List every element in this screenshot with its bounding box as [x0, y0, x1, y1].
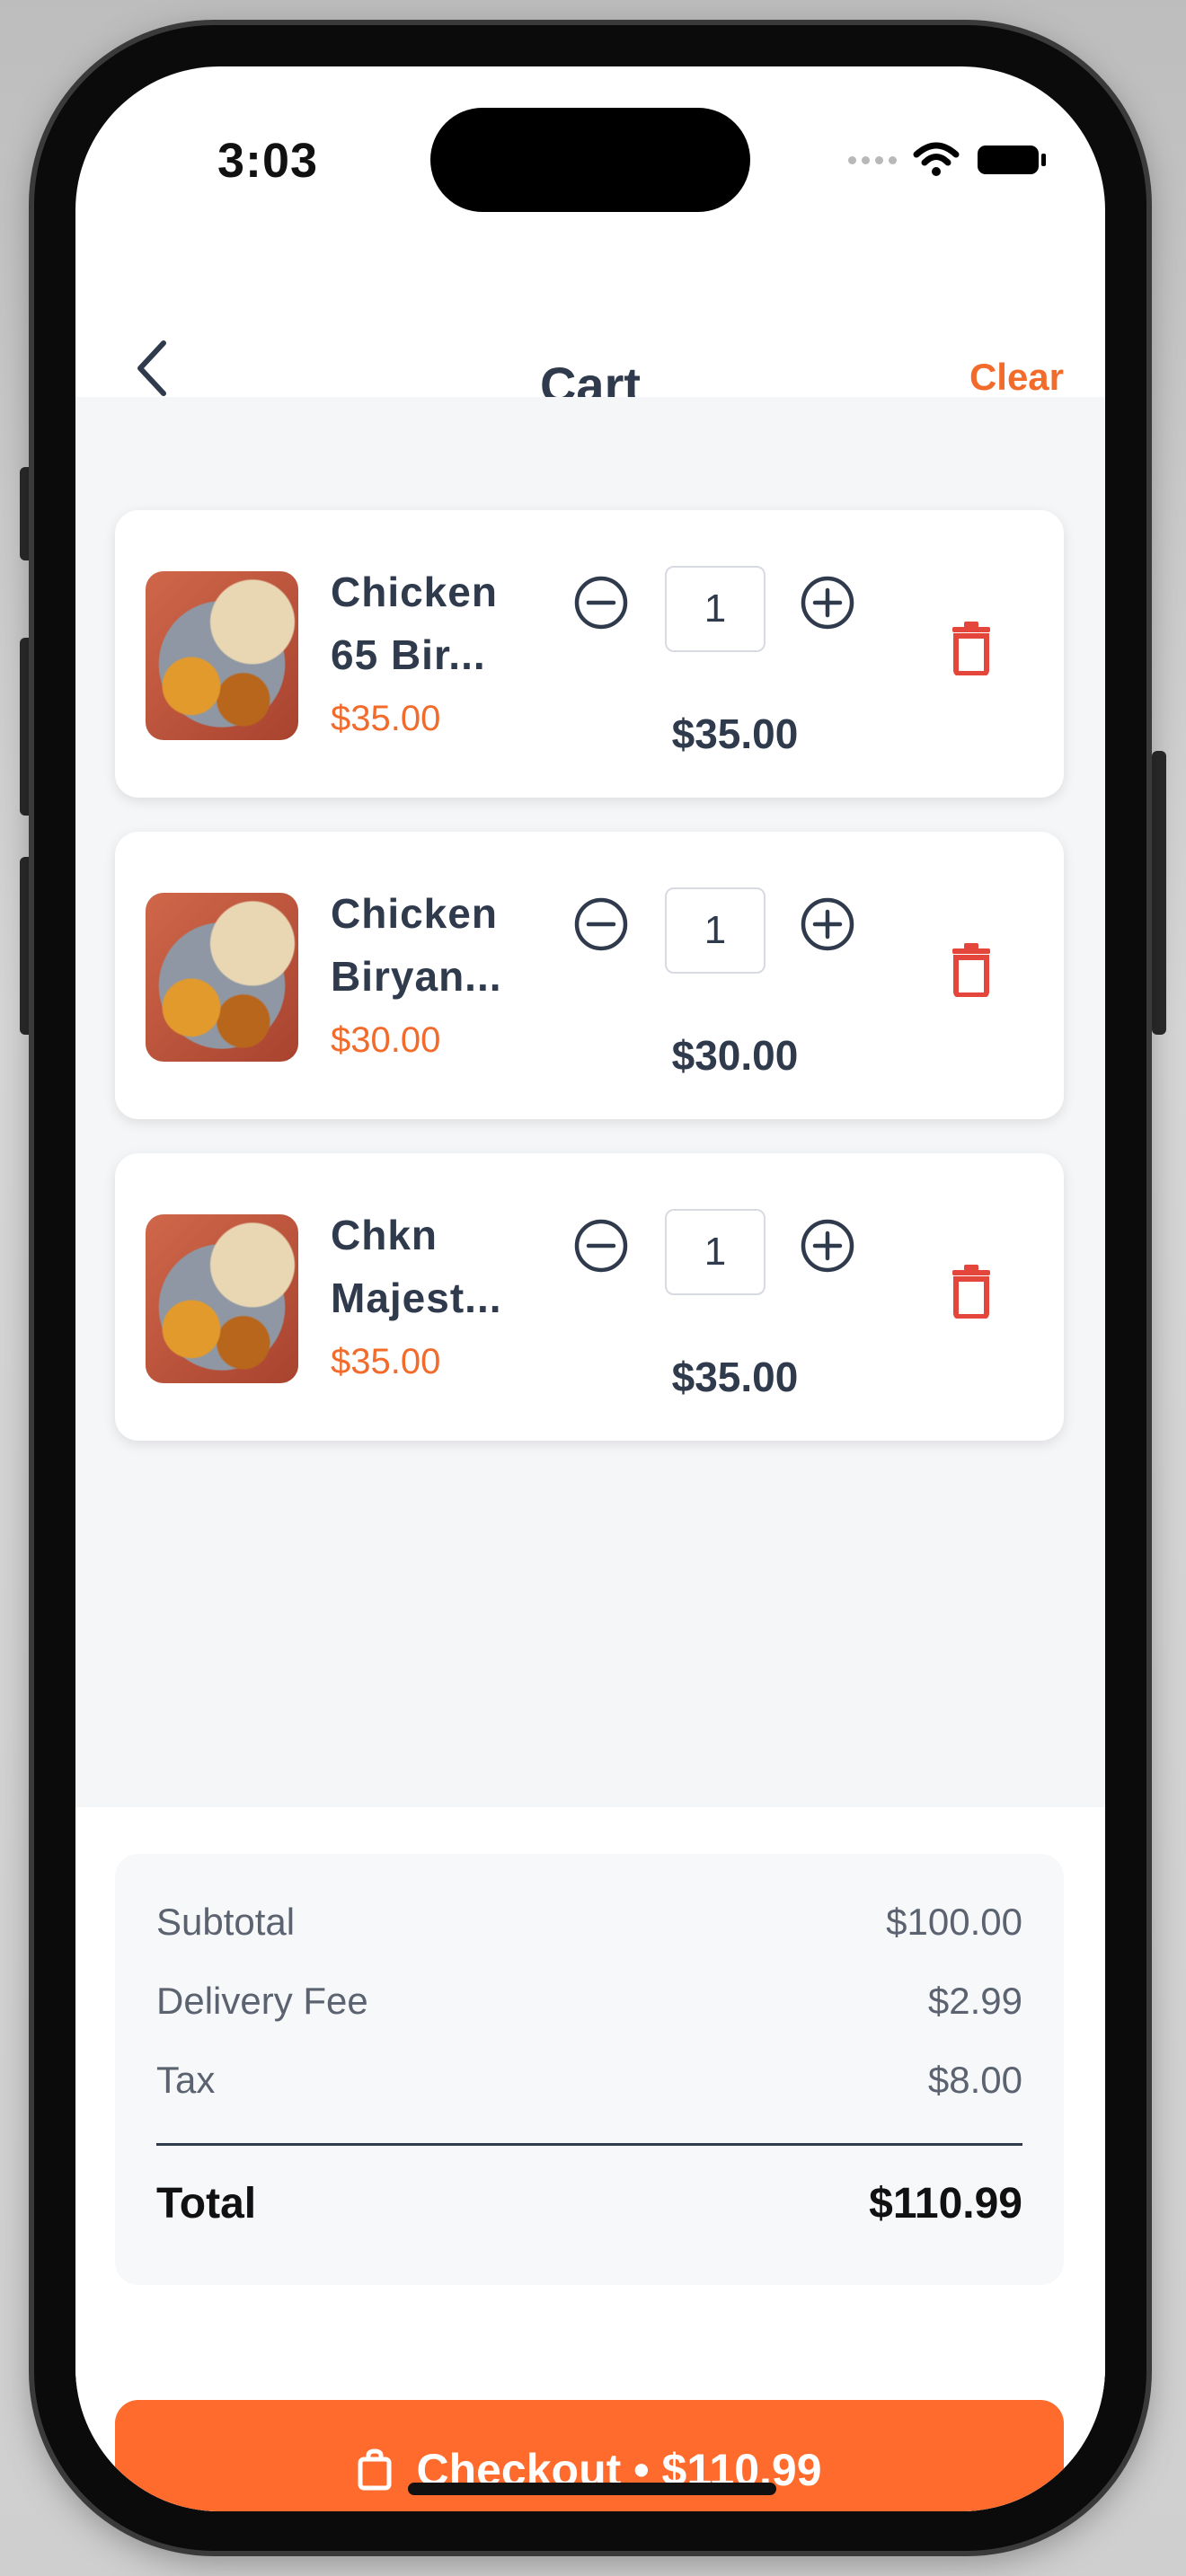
quantity-field[interactable]: 1 — [665, 887, 766, 974]
app-screen: 3:03 Cart Clear Chicken 65 Bir... $35.00… — [75, 66, 1105, 2511]
dynamic-island — [430, 108, 750, 212]
item-line-total: $30.00 — [671, 1032, 799, 1079]
delivery-fee-value: $2.99 — [927, 1980, 1022, 2022]
order-summary: Subtotal $100.00 Delivery Fee $2.99 Tax … — [115, 1854, 1064, 2285]
cart-list: Chicken 65 Bir... $35.00 1 $35.00 Chicke… — [75, 397, 1105, 1807]
cart-item-card: Chicken Biryan... $30.00 1 $30.00 — [115, 832, 1064, 1119]
trash-icon[interactable] — [949, 1265, 994, 1319]
item-name: Chkn Majest... — [331, 1212, 502, 1321]
minus-circle-icon[interactable] — [573, 1218, 629, 1274]
shopping-bag-icon — [358, 2448, 392, 2491]
signal-icon — [848, 155, 897, 164]
clear-cart-button[interactable]: Clear — [969, 356, 1064, 399]
home-indicator — [408, 2483, 776, 2495]
item-name: Chicken Biryan... — [331, 890, 502, 1000]
tax-value: $8.00 — [927, 2059, 1022, 2101]
minus-circle-icon[interactable] — [573, 575, 629, 631]
item-unit-price: $35.00 — [331, 699, 441, 738]
subtotal-value: $100.00 — [886, 1901, 1022, 1943]
plus-circle-icon[interactable] — [800, 896, 855, 952]
tax-row: Tax $8.00 — [156, 2059, 1022, 2102]
item-unit-price: $35.00 — [331, 1342, 441, 1381]
trash-icon[interactable] — [949, 943, 994, 997]
item-unit-price: $30.00 — [331, 1020, 441, 1060]
subtotal-row: Subtotal $100.00 — [156, 1901, 1022, 1944]
cart-item-card: Chkn Majest... $35.00 1 $35.00 — [115, 1153, 1064, 1441]
status-bar: 3:03 — [75, 66, 1105, 246]
item-line-total: $35.00 — [671, 710, 799, 757]
quantity-field[interactable]: 1 — [665, 566, 766, 652]
food-thumbnail — [146, 571, 298, 740]
delivery-fee-label: Delivery Fee — [156, 1980, 368, 2022]
item-name: Chicken 65 Bir... — [331, 569, 498, 678]
summary-divider — [156, 2143, 1022, 2146]
food-thumbnail — [146, 1214, 298, 1383]
delivery-fee-row: Delivery Fee $2.99 — [156, 1980, 1022, 2023]
status-icons — [848, 142, 1048, 178]
battery-icon — [978, 146, 1046, 174]
plus-circle-icon[interactable] — [800, 1218, 855, 1274]
cart-item-card: Chicken 65 Bir... $35.00 1 $35.00 — [115, 510, 1064, 798]
wifi-icon — [913, 142, 960, 176]
subtotal-label: Subtotal — [156, 1901, 296, 1943]
total-value: $110.99 — [869, 2180, 1022, 2228]
item-line-total: $35.00 — [671, 1354, 799, 1400]
total-row: Total $110.99 — [156, 2179, 1022, 2228]
plus-circle-icon[interactable] — [800, 575, 855, 631]
minus-circle-icon[interactable] — [573, 896, 629, 952]
total-label: Total — [156, 2180, 257, 2228]
food-thumbnail — [146, 893, 298, 1062]
tax-label: Tax — [156, 2059, 216, 2101]
trash-icon[interactable] — [949, 622, 994, 675]
quantity-field[interactable]: 1 — [665, 1209, 766, 1295]
status-time: 3:03 — [217, 134, 319, 188]
